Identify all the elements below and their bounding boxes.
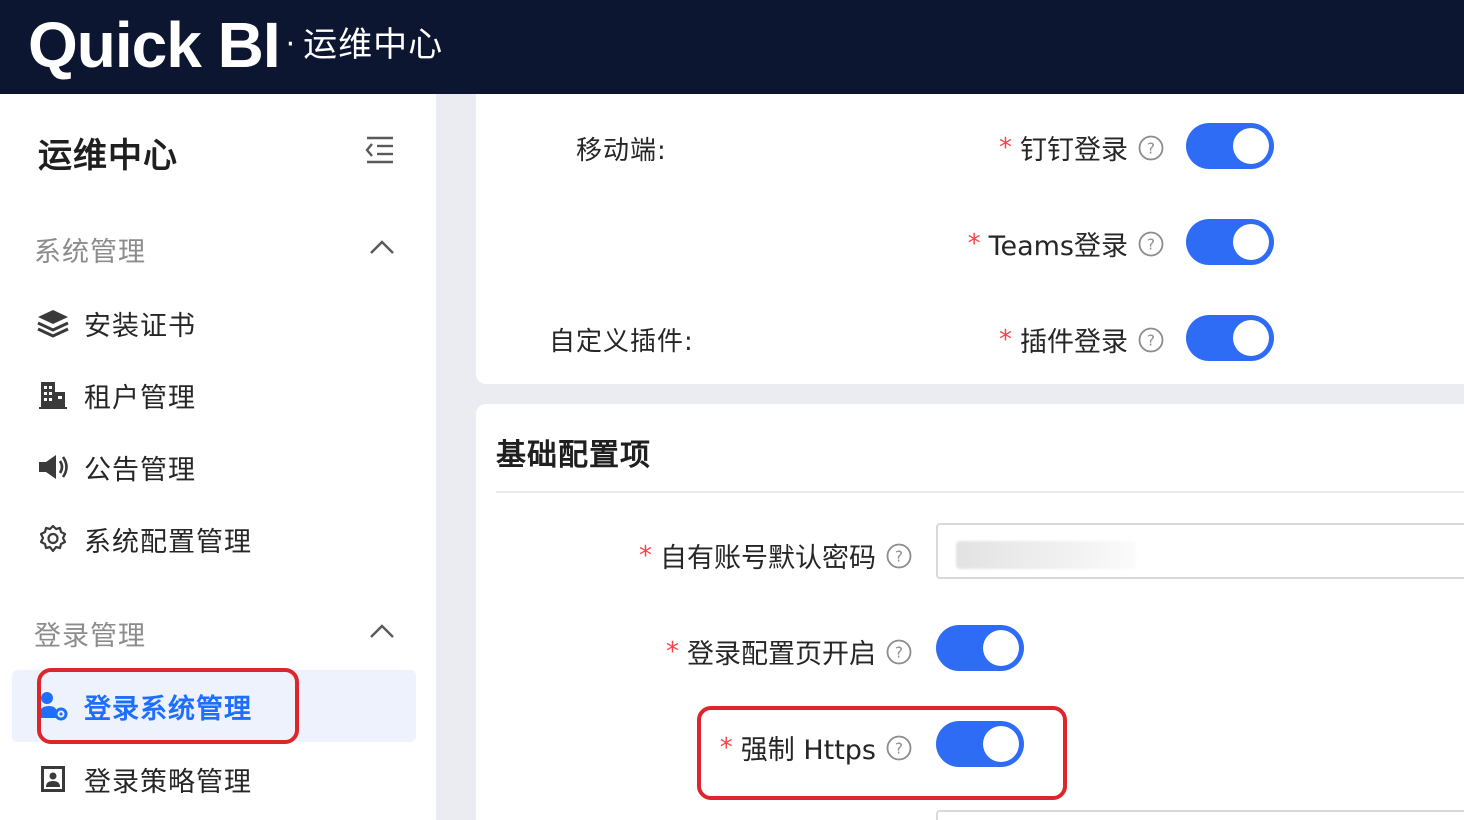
building-icon [36, 378, 70, 412]
next-field-input[interactable] [936, 810, 1464, 820]
speaker-icon [36, 450, 70, 484]
login-methods-card: 移动端: * 钉钉登录 ? * Teams登录 ? 自定义插件: * 插件登录 … [476, 94, 1464, 384]
toggle-knob [1233, 224, 1269, 260]
sidebar-item-install-certificate[interactable]: 安装证书 [12, 287, 416, 359]
svg-text:?: ? [895, 739, 903, 757]
field-plugin-login: * 插件登录 ? [999, 320, 1164, 359]
required-mark: * [999, 324, 1012, 355]
base-config-card: 基础配置项 * 自有账号默认密码 ? * 登录配置页开启 ? * 强制 Http… [476, 404, 1464, 820]
field-teams-login: * Teams登录 ? [968, 224, 1164, 263]
required-mark: * [639, 540, 652, 571]
svg-text:?: ? [1147, 235, 1155, 253]
required-mark: * [999, 132, 1012, 163]
gear-icon [36, 522, 70, 556]
help-icon[interactable]: ? [1138, 135, 1164, 161]
logo-subtitle: 运维中心 [303, 25, 444, 65]
contact-card-icon [36, 762, 70, 796]
sidebar-item-tenant-management[interactable]: 租户管理 [12, 359, 416, 431]
section-label-custom-plugin: 自定义插件: [549, 327, 694, 357]
help-icon[interactable]: ? [886, 543, 912, 569]
field-label: 钉钉登录 [1020, 135, 1128, 166]
sidebar-item-label: 登录策略管理 [84, 766, 252, 798]
help-icon[interactable]: ? [1138, 231, 1164, 257]
layers-icon [36, 306, 70, 340]
field-label: 强制 Https [740, 735, 876, 766]
chevron-up-icon[interactable] [368, 622, 396, 640]
field-label: 登录配置页开启 [687, 639, 876, 670]
plugin-login-toggle[interactable] [1186, 315, 1274, 361]
sidebar-item-login-system-management[interactable]: 登录系统管理 [12, 670, 416, 742]
card-title: 基础配置项 [496, 438, 651, 473]
dingtalk-login-toggle[interactable] [1186, 123, 1274, 169]
svg-text:?: ? [1147, 331, 1155, 349]
sidebar-item-label: 安装证书 [84, 310, 196, 342]
field-dingtalk-login: * 钉钉登录 ? [999, 128, 1164, 167]
help-icon[interactable]: ? [1138, 327, 1164, 353]
field-label: Teams登录 [988, 231, 1128, 262]
toggle-knob [983, 630, 1019, 666]
chevron-up-icon[interactable] [368, 238, 396, 256]
sidebar: 运维中心 系统管理 安装证书 租户管理 公告管理 系统配置管理 登录管理 登录系… [0, 94, 436, 820]
logo-brand: Quick BI [28, 9, 281, 81]
group-label-system: 系统管理 [34, 237, 146, 268]
sidebar-item-login-policy-management[interactable]: 登录策略管理 [12, 743, 416, 815]
force-https-toggle[interactable] [936, 721, 1024, 767]
required-mark: * [719, 732, 733, 763]
section-label-mobile: 移动端: [576, 136, 667, 166]
help-icon[interactable]: ? [886, 735, 912, 761]
field-login-config-page: * 登录配置页开启 ? [666, 632, 912, 671]
required-mark: * [666, 636, 679, 667]
sidebar-item-label: 系统配置管理 [84, 526, 252, 558]
svg-text:?: ? [895, 547, 903, 565]
required-mark: * [967, 228, 981, 259]
sidebar-item-announcement-management[interactable]: 公告管理 [12, 431, 416, 503]
logo[interactable]: Quick BI · 运维中心 [28, 10, 443, 80]
sidebar-item-system-config[interactable]: 系统配置管理 [12, 503, 416, 575]
redacted-value [956, 541, 1136, 569]
logo-separator: · [285, 27, 296, 62]
divider [496, 491, 1464, 493]
login-config-page-toggle[interactable] [936, 625, 1024, 671]
svg-text:?: ? [895, 643, 903, 661]
field-label: 自有账号默认密码 [660, 543, 876, 574]
user-gear-icon [36, 689, 70, 723]
sidebar-title: 运维中心 [38, 136, 178, 176]
help-icon[interactable]: ? [886, 639, 912, 665]
top-bar: Quick BI · 运维中心 [0, 0, 1464, 94]
sidebar-item-label: 租户管理 [84, 382, 196, 414]
group-label-login: 登录管理 [34, 621, 146, 652]
default-password-input[interactable] [936, 523, 1464, 579]
field-label: 插件登录 [1020, 327, 1128, 358]
menu-collapse-icon[interactable] [364, 134, 396, 166]
sidebar-item-label: 公告管理 [84, 454, 196, 486]
teams-login-toggle[interactable] [1186, 219, 1274, 265]
toggle-knob [1233, 128, 1269, 164]
field-default-password: * 自有账号默认密码 ? [639, 536, 912, 575]
field-force-https: * 强制 Https ? [720, 728, 912, 767]
toggle-knob [983, 726, 1019, 762]
svg-text:?: ? [1147, 139, 1155, 157]
sidebar-item-label: 登录系统管理 [84, 693, 252, 725]
toggle-knob [1233, 320, 1269, 356]
